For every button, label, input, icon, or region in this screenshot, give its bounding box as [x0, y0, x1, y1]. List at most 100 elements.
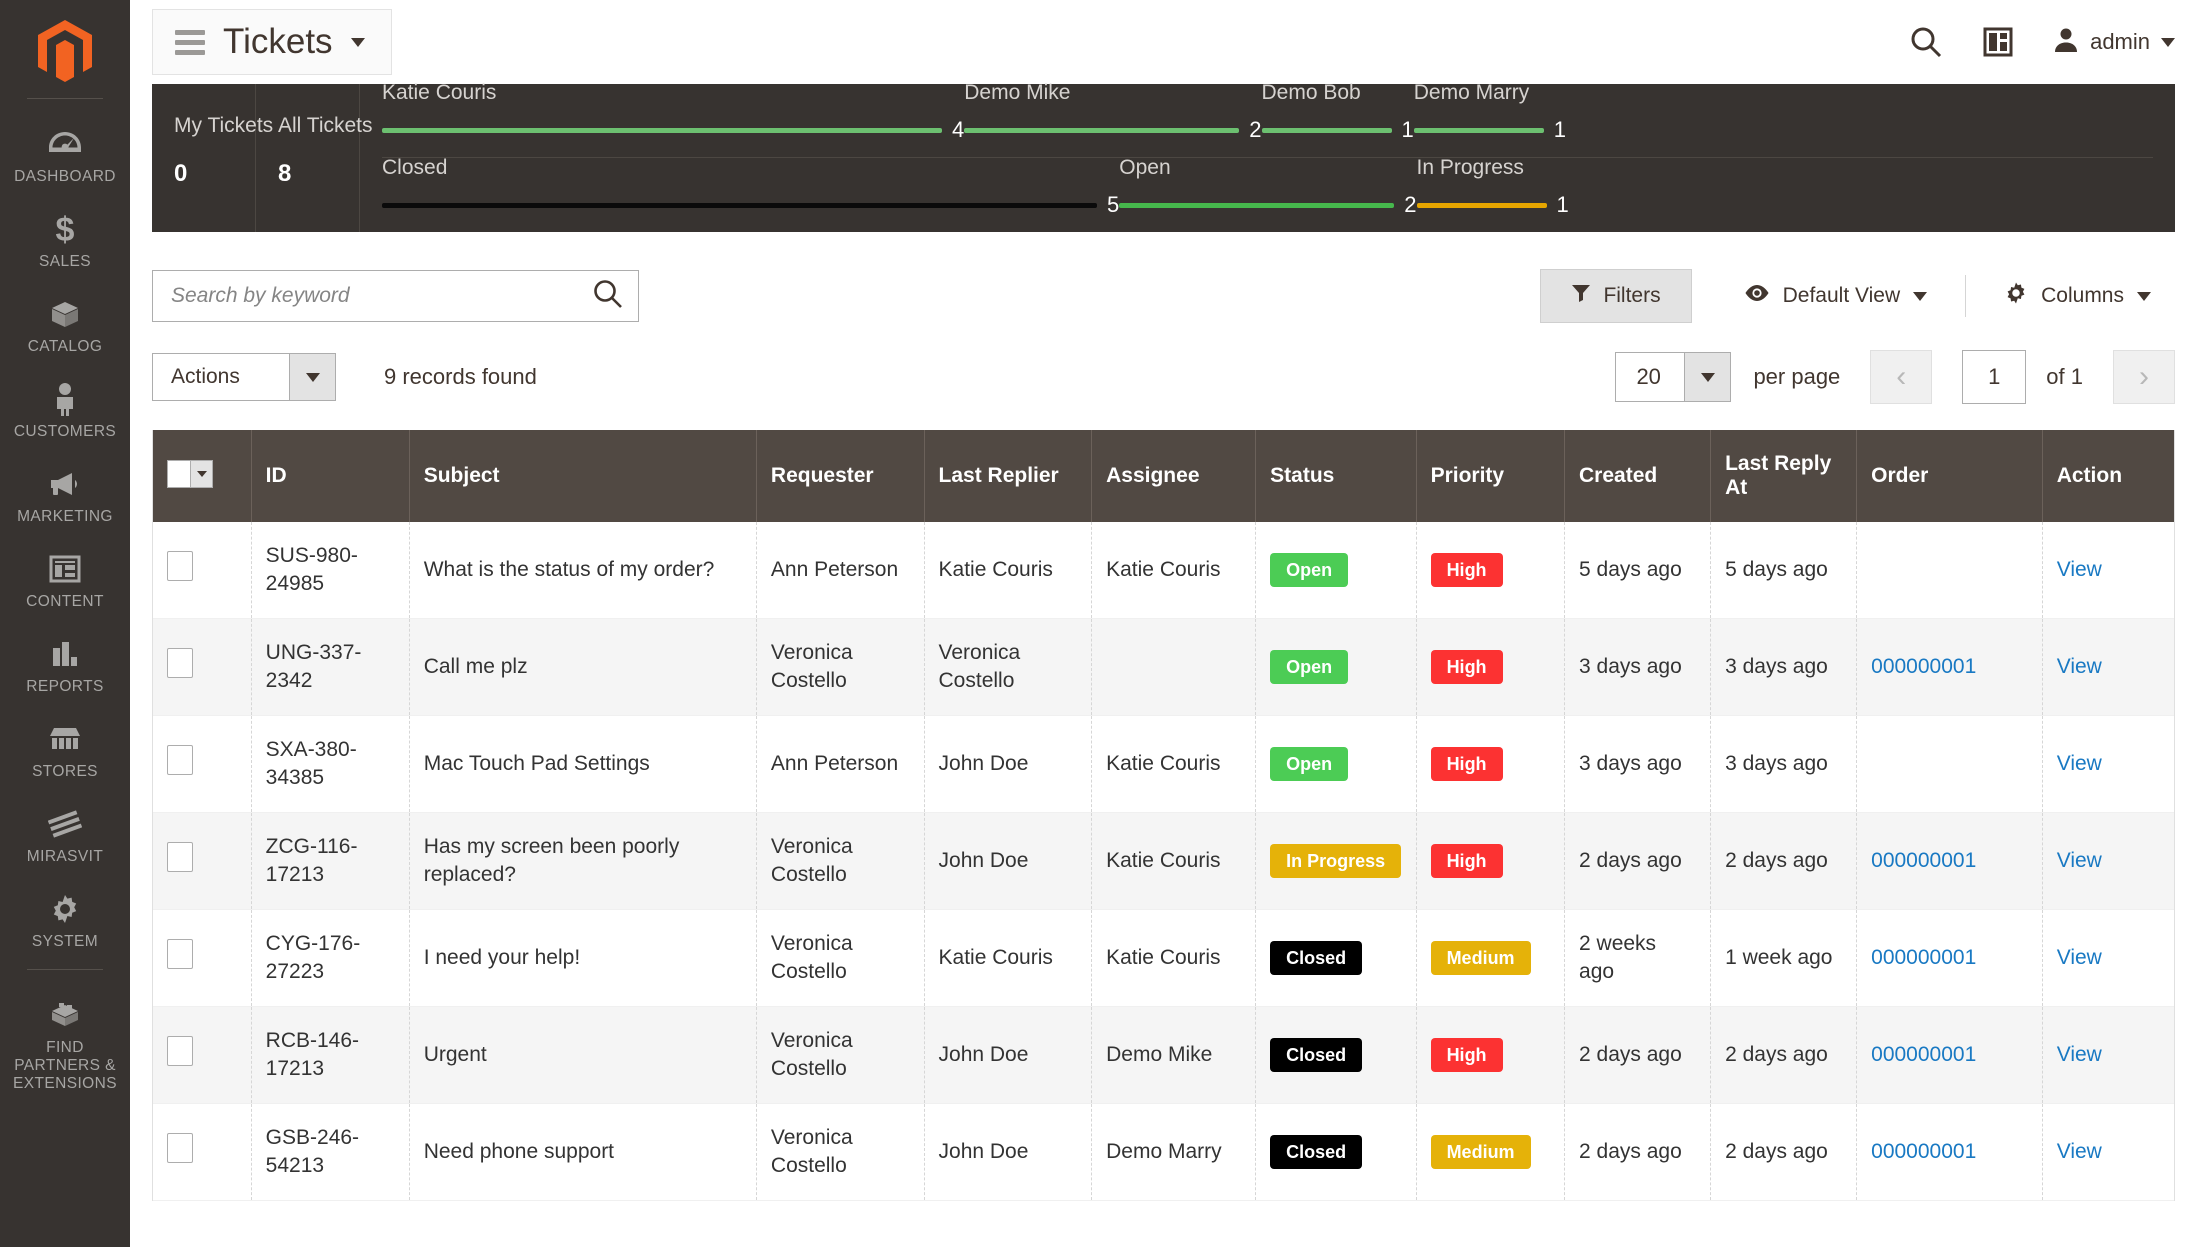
- view-link[interactable]: View: [2057, 1043, 2102, 1066]
- search-icon[interactable]: [1909, 25, 1943, 59]
- toolbar-right: Filters Default View Columns: [1540, 268, 2175, 324]
- status-badge: High: [1431, 747, 1503, 781]
- grid-header-row: ID Subject Requester Last Replier Assign…: [153, 430, 2174, 522]
- table-row[interactable]: RCB-146-17213UrgentVeronica CostelloJohn…: [153, 1007, 2174, 1104]
- column-header-assignee[interactable]: Assignee: [1092, 430, 1256, 522]
- order-link[interactable]: 000000001: [1871, 1140, 1976, 1163]
- view-link[interactable]: View: [2057, 558, 2102, 581]
- status-bar-item[interactable]: In Progress 1: [1417, 156, 1569, 232]
- assignee-bar-item[interactable]: Katie Couris 4: [382, 81, 964, 157]
- hamburger-icon[interactable]: [175, 30, 205, 55]
- order-link[interactable]: 000000001: [1871, 655, 1976, 678]
- column-header-created[interactable]: Created: [1565, 430, 1711, 522]
- column-header-last-reply-at[interactable]: Last Reply At: [1711, 430, 1857, 522]
- column-header-id[interactable]: ID: [251, 430, 409, 522]
- row-checkbox-cell[interactable]: [153, 910, 251, 1007]
- view-link[interactable]: View: [2057, 946, 2102, 969]
- view-link[interactable]: View: [2057, 655, 2102, 678]
- stat-card-all-tickets[interactable]: All Tickets 8: [256, 84, 360, 232]
- row-checkbox-cell[interactable]: [153, 716, 251, 813]
- select-all-checkbox[interactable]: [167, 460, 213, 488]
- search-box[interactable]: [152, 270, 639, 322]
- chevron-down-icon[interactable]: [1913, 292, 1927, 301]
- status-bar-item[interactable]: Open 2: [1119, 156, 1416, 232]
- order-link[interactable]: 000000001: [1871, 946, 1976, 969]
- view-link[interactable]: View: [2057, 849, 2102, 872]
- row-checkbox[interactable]: [167, 1133, 193, 1163]
- column-header-order[interactable]: Order: [1857, 430, 2043, 522]
- per-page-select[interactable]: 20: [1615, 352, 1731, 402]
- sidebar-item-find-partners-extensions[interactable]: Find Partners & Extensions: [0, 984, 130, 1105]
- table-row[interactable]: SXA-380-34385Mac Touch Pad SettingsAnn P…: [153, 716, 2174, 813]
- chevron-down-icon[interactable]: [190, 461, 212, 487]
- column-header-status[interactable]: Status: [1256, 430, 1416, 522]
- search-icon[interactable]: [592, 278, 624, 315]
- per-page-value: 20: [1616, 353, 1684, 401]
- row-checkbox[interactable]: [167, 551, 193, 581]
- assignee-bar-item[interactable]: Demo Marry 1: [1414, 81, 1566, 157]
- row-checkbox[interactable]: [167, 842, 193, 872]
- search-input[interactable]: [171, 284, 592, 308]
- page-title-menu-button[interactable]: Tickets: [152, 9, 392, 75]
- row-checkbox[interactable]: [167, 648, 193, 678]
- row-checkbox[interactable]: [167, 745, 193, 775]
- grid-panel-icon[interactable]: [1983, 27, 2013, 57]
- cell-priority: High: [1416, 522, 1564, 619]
- cell-id: SUS-980-24985: [251, 522, 409, 619]
- table-row[interactable]: ZCG-116-17213Has my screen been poorly r…: [153, 813, 2174, 910]
- row-checkbox[interactable]: [167, 939, 193, 969]
- column-header-priority[interactable]: Priority: [1416, 430, 1564, 522]
- table-row[interactable]: SUS-980-24985What is the status of my or…: [153, 522, 2174, 619]
- column-header-last-replier[interactable]: Last Replier: [924, 430, 1092, 522]
- sidebar-item-customers[interactable]: Customers: [0, 368, 130, 453]
- table-row[interactable]: UNG-337-2342Call me plzVeronica Costello…: [153, 619, 2174, 716]
- chevron-down-icon[interactable]: [351, 38, 365, 47]
- sidebar-item-marketing[interactable]: Marketing: [0, 453, 130, 538]
- chevron-down-icon[interactable]: [2137, 292, 2151, 301]
- chevron-down-icon[interactable]: [2161, 38, 2175, 47]
- sidebar-item-system[interactable]: System: [0, 878, 130, 963]
- row-checkbox-cell[interactable]: [153, 1104, 251, 1201]
- sidebar-item-mirasvit[interactable]: Mirasvit: [0, 793, 130, 878]
- magento-logo[interactable]: [32, 18, 98, 84]
- row-checkbox[interactable]: [167, 1036, 193, 1066]
- sidebar-item-content[interactable]: Content: [0, 538, 130, 623]
- column-header-requester[interactable]: Requester: [756, 430, 924, 522]
- row-checkbox-cell[interactable]: [153, 813, 251, 910]
- previous-page-button[interactable]: ‹: [1870, 350, 1932, 404]
- order-link[interactable]: 000000001: [1871, 1043, 1976, 1066]
- column-header-subject[interactable]: Subject: [409, 430, 756, 522]
- actions-select[interactable]: Actions: [152, 353, 336, 401]
- column-header-action[interactable]: Action: [2042, 430, 2174, 522]
- sidebar-item-reports[interactable]: Reports: [0, 623, 130, 708]
- table-row[interactable]: GSB-246-54213Need phone supportVeronica …: [153, 1104, 2174, 1201]
- page-number-input[interactable]: [1962, 350, 2026, 404]
- stat-card-my-tickets[interactable]: My Tickets 0: [152, 84, 256, 232]
- admin-menu[interactable]: admin: [2053, 27, 2175, 58]
- row-checkbox-cell[interactable]: [153, 619, 251, 716]
- sidebar-item-sales[interactable]: $ Sales: [0, 198, 130, 283]
- chevron-down-icon[interactable]: [289, 354, 335, 400]
- sidebar-item-label: System: [32, 933, 98, 951]
- sidebar-item-stores[interactable]: Stores: [0, 708, 130, 793]
- columns-button[interactable]: Columns: [1980, 268, 2175, 324]
- status-badge: Medium: [1431, 941, 1531, 975]
- assignee-bar-item[interactable]: Demo Bob 1: [1262, 81, 1414, 157]
- row-checkbox-cell[interactable]: [153, 522, 251, 619]
- cell-created: 2 days ago: [1565, 1007, 1711, 1104]
- sidebar-item-dashboard[interactable]: Dashboard: [0, 113, 130, 198]
- chevron-down-icon[interactable]: [1684, 353, 1730, 401]
- row-checkbox-cell[interactable]: [153, 1007, 251, 1104]
- view-link[interactable]: View: [2057, 1140, 2102, 1163]
- next-page-button[interactable]: ›: [2113, 350, 2175, 404]
- assignee-bar-item[interactable]: Demo Mike 2: [964, 81, 1261, 157]
- filters-button[interactable]: Filters: [1540, 269, 1691, 323]
- column-header-select-all[interactable]: [153, 430, 251, 522]
- view-link[interactable]: View: [2057, 752, 2102, 775]
- table-row[interactable]: CYG-176-27223I need your help!Veronica C…: [153, 910, 2174, 1007]
- default-view-button[interactable]: Default View: [1720, 271, 1952, 321]
- sidebar-item-catalog[interactable]: Catalog: [0, 283, 130, 368]
- cell-priority: Medium: [1416, 1104, 1564, 1201]
- status-bar-item[interactable]: Closed 5: [382, 156, 1119, 232]
- order-link[interactable]: 000000001: [1871, 849, 1976, 872]
